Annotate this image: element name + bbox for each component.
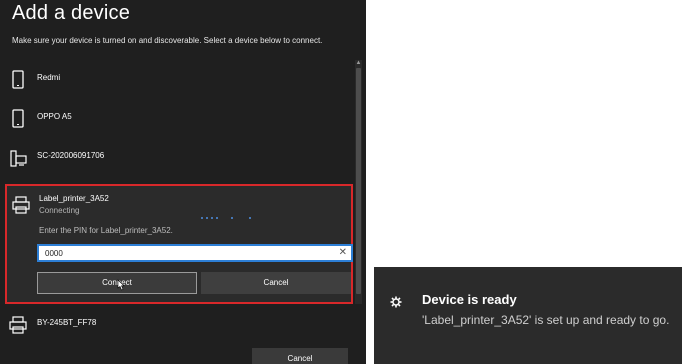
device-item-by-245bt-ff78[interactable]: BY-245BT_FF78 bbox=[0, 306, 354, 344]
mouse-cursor-icon bbox=[115, 278, 125, 291]
phone-icon bbox=[8, 69, 28, 91]
phone-icon bbox=[8, 108, 28, 130]
progress-dots bbox=[201, 217, 261, 221]
pin-value: 0000 bbox=[45, 249, 63, 258]
device-name: SC-202006091706 bbox=[37, 151, 105, 160]
dialog-title: Add a device bbox=[12, 2, 131, 24]
connection-status: Connecting bbox=[39, 206, 80, 215]
toast-message: 'Label_printer_3A52' is set up and ready… bbox=[422, 313, 670, 327]
device-item-oppo-a5[interactable]: OPPO A5 bbox=[0, 100, 354, 138]
add-device-dialog: Add a device Make sure your device is tu… bbox=[0, 0, 366, 364]
dialog-subtitle: Make sure your device is turned on and d… bbox=[12, 36, 323, 45]
computer-icon bbox=[8, 147, 28, 169]
scroll-up-icon[interactable]: ▲ bbox=[355, 60, 362, 67]
selected-device-name: Label_printer_3A52 bbox=[39, 194, 109, 203]
toast-title: Device is ready bbox=[422, 292, 517, 307]
scrollbar[interactable]: ▲ bbox=[355, 60, 362, 304]
gear-icon bbox=[390, 295, 402, 308]
pin-prompt: Enter the PIN for Label_printer_3A52. bbox=[39, 226, 173, 235]
printer-icon bbox=[11, 194, 31, 216]
selected-device-panel[interactable]: Label_printer_3A52 Connecting Enter the … bbox=[5, 184, 353, 304]
device-name: Redmi bbox=[37, 73, 61, 82]
pin-input[interactable]: 0000 ✕ bbox=[37, 244, 353, 262]
pin-cancel-button[interactable]: Cancel bbox=[201, 272, 351, 294]
device-item-sc-202006091706[interactable]: SC-202006091706 bbox=[0, 139, 354, 177]
dialog-cancel-button[interactable]: Cancel bbox=[252, 348, 348, 364]
device-ready-toast[interactable]: Device is ready 'Label_printer_3A52' is … bbox=[374, 267, 682, 364]
device-item-redmi[interactable]: Redmi bbox=[0, 61, 354, 99]
device-name: OPPO A5 bbox=[37, 112, 72, 121]
scrollbar-thumb[interactable] bbox=[356, 68, 361, 294]
clear-icon[interactable]: ✕ bbox=[339, 247, 347, 258]
device-name: BY-245BT_FF78 bbox=[37, 318, 97, 327]
printer-icon bbox=[8, 314, 28, 336]
